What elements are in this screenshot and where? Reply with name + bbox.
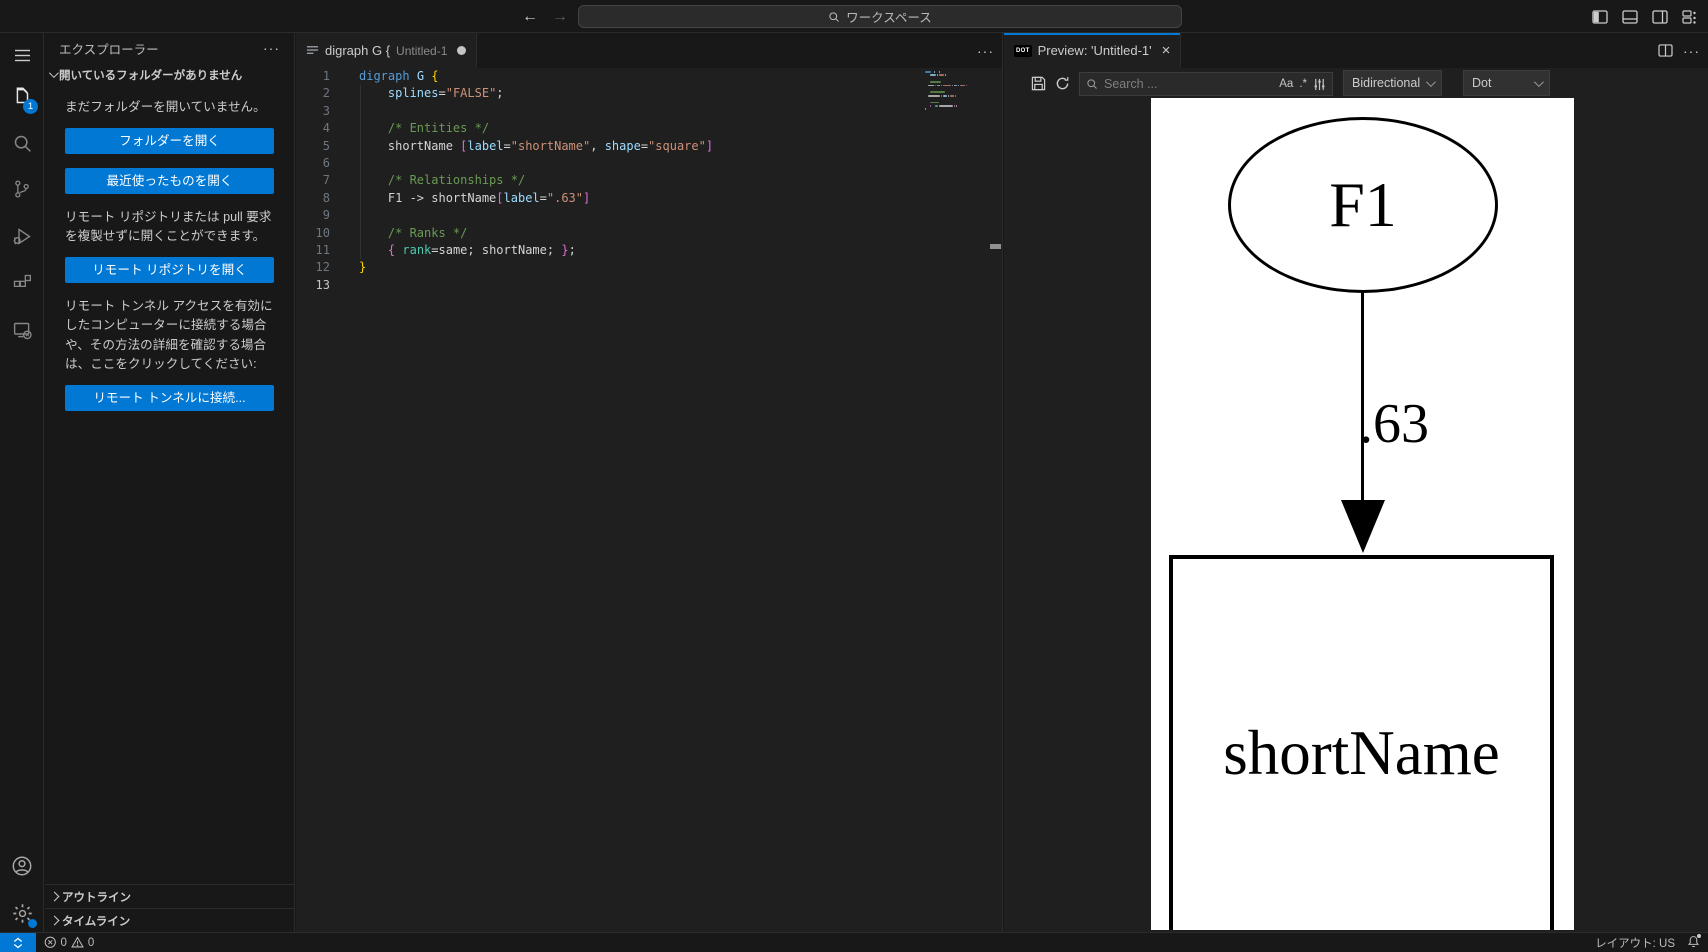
command-center-search[interactable]: ワークスペース (578, 5, 1182, 28)
preview-more-actions-icon[interactable]: ··· (1683, 43, 1700, 59)
search-icon (14, 135, 31, 152)
options-sliders-icon[interactable] (1313, 78, 1326, 91)
search-icon (1087, 79, 1097, 89)
section-no-folder-opened[interactable]: 開いているフォルダーがありません (45, 63, 294, 86)
dot-language-icon: DOT (1014, 44, 1032, 57)
graph-node-f1[interactable]: F1 (1228, 117, 1498, 293)
tab-label: digraph G { (325, 43, 391, 58)
graph-node-shortname[interactable]: shortName (1169, 555, 1554, 930)
node-label: shortName (1223, 718, 1500, 788)
minimap[interactable] (925, 70, 968, 120)
tab-preview-untitled-1[interactable]: DOT Preview: 'Untitled-1' × (1004, 33, 1182, 68)
vscode-window: ← → ワークスペース 1 エクスプローラー ··· 開いているフォルダーがあり… (0, 0, 1708, 952)
editor-more-actions-icon[interactable]: ··· (977, 43, 994, 59)
remote-indicator[interactable] (0, 933, 36, 952)
settings-gear-icon[interactable] (0, 891, 44, 935)
preview-search-input[interactable] (1104, 77, 1274, 91)
preview-search-box: Aa .* (1079, 72, 1333, 96)
connect-tunnel-button[interactable]: リモート トンネルに接続... (65, 384, 274, 411)
sidebar-item-remote-explorer[interactable] (0, 308, 44, 352)
file-icon (306, 46, 319, 54)
edge-label: .63 (1359, 393, 1429, 455)
toggle-sidebar-icon[interactable] (1592, 9, 1608, 24)
tab-untitled-1[interactable]: digraph G { Untitled-1 (296, 33, 478, 68)
tab-label: Preview: 'Untitled-1' (1037, 43, 1152, 58)
extensions-icon (13, 274, 32, 287)
graph-canvas[interactable]: F1 .63 shortName (1151, 98, 1574, 930)
chevron-right-icon (49, 915, 60, 926)
notifications-bell[interactable] (1687, 933, 1701, 951)
sidebar-item-search[interactable] (0, 121, 44, 165)
engine-select[interactable]: Dot (1463, 70, 1550, 96)
refresh-icon (1056, 77, 1068, 90)
remote-icon (13, 937, 23, 948)
tab-detail: Untitled-1 (396, 43, 448, 58)
toggle-panel-icon[interactable] (1622, 9, 1638, 24)
sidebar-item-source-control[interactable] (0, 167, 44, 211)
status-bar: 0 0 レイアウト: US (0, 932, 1708, 952)
explorer-welcome-view: まだフォルダーを開いていません。 フォルダーを開く 最近使ったものを開く リモー… (45, 86, 294, 411)
sidebar-item-extensions[interactable] (0, 261, 44, 305)
search-icon (829, 11, 840, 22)
explorer-sidebar: エクスプローラー ··· 開いているフォルダーがありません まだフォルダーを開い… (45, 33, 295, 932)
sidebar-more-actions-icon[interactable]: ··· (263, 40, 280, 56)
gutter: 1 2 3 4 5 6 7 8 9 10 11 12 13 (315, 69, 330, 292)
warning-icon (71, 936, 84, 948)
notification-dot (1697, 933, 1701, 938)
modified-dot-icon[interactable] (457, 46, 467, 55)
toggle-secondary-sidebar-icon[interactable] (1652, 9, 1668, 24)
open-remote-repo-button[interactable]: リモート リポジトリを開く (65, 256, 274, 283)
keyboard-layout-status[interactable]: レイアウト: US (1595, 935, 1675, 951)
remote-repo-hint: リモート リポジトリまたは pull 要求を複製せずに開くことができます。 (65, 209, 272, 244)
arrowhead-icon (1341, 500, 1385, 553)
account-icon[interactable] (0, 844, 44, 888)
open-recent-button[interactable]: 最近使ったものを開く (65, 167, 274, 194)
save-icon (1031, 76, 1045, 91)
regex-button[interactable]: .* (1299, 78, 1307, 90)
tunnel-hint: リモート トンネル アクセスを有効にしたコンピューターに接続する場合や、その方法… (65, 298, 273, 372)
code-editor[interactable]: 1 2 3 4 5 6 7 8 9 10 11 12 13 digraph G { splines="F… (296, 68, 1002, 932)
settings-badge (28, 919, 37, 928)
editor-group: digraph G { Untitled-1 ··· 1 2 3 4 5 6 7 8 9 10 11… (296, 33, 1003, 932)
error-icon (44, 936, 56, 949)
preview-tab-bar: DOT Preview: 'Untitled-1' × ··· (1004, 33, 1708, 68)
close-icon[interactable]: × (1162, 42, 1171, 59)
menu-icon[interactable] (0, 33, 44, 77)
preview-toolbar: Aa .* Bidirectional Dot (1004, 68, 1708, 99)
chevron-down-icon (1425, 76, 1436, 87)
sidebar-item-run-debug[interactable] (0, 214, 44, 258)
timeline-pane-header[interactable]: タイムライン (45, 908, 294, 932)
preview-group: DOT Preview: 'Untitled-1' × ··· Aa .* (1004, 33, 1708, 932)
go-forward-icon[interactable]: → (552, 8, 568, 26)
problems-status[interactable]: 0 0 (44, 933, 94, 952)
sidebar-title: エクスプローラー (59, 42, 159, 57)
customize-layout-icon[interactable] (1682, 9, 1698, 24)
direction-select[interactable]: Bidirectional (1343, 70, 1442, 96)
warning-count: 0 (87, 936, 95, 949)
save-button[interactable] (1026, 72, 1050, 96)
debug-icon (13, 227, 31, 245)
open-folder-button[interactable]: フォルダーを開く (65, 127, 274, 154)
match-case-button[interactable]: Aa (1279, 78, 1293, 90)
activity-bar: 1 (0, 33, 44, 932)
chevron-down-icon (1533, 76, 1544, 87)
code-lines: digraph G { splines="FALSE"; /* Entities… (359, 69, 714, 275)
sidebar-item-explorer[interactable]: 1 (0, 75, 44, 119)
command-center-label: ワークスペース (846, 11, 932, 25)
explorer-badge: 1 (23, 99, 38, 114)
reload-button[interactable] (1050, 72, 1074, 96)
title-bar: ← → ワークスペース (0, 0, 1708, 33)
chevron-down-icon (48, 68, 59, 79)
remote-explorer-icon (13, 322, 32, 339)
source-control-icon (15, 180, 29, 198)
chevron-right-icon (49, 891, 60, 902)
no-folder-text: まだフォルダーを開いていません。 (65, 100, 266, 114)
outline-pane-header[interactable]: アウトライン (45, 884, 294, 908)
editor-tab-bar: digraph G { Untitled-1 ··· (296, 33, 1002, 68)
split-editor-icon[interactable] (1658, 44, 1673, 57)
error-count: 0 (60, 936, 67, 949)
overview-ruler-cursor (990, 244, 1001, 249)
go-back-icon[interactable]: ← (522, 8, 538, 26)
node-label: F1 (1329, 169, 1397, 240)
